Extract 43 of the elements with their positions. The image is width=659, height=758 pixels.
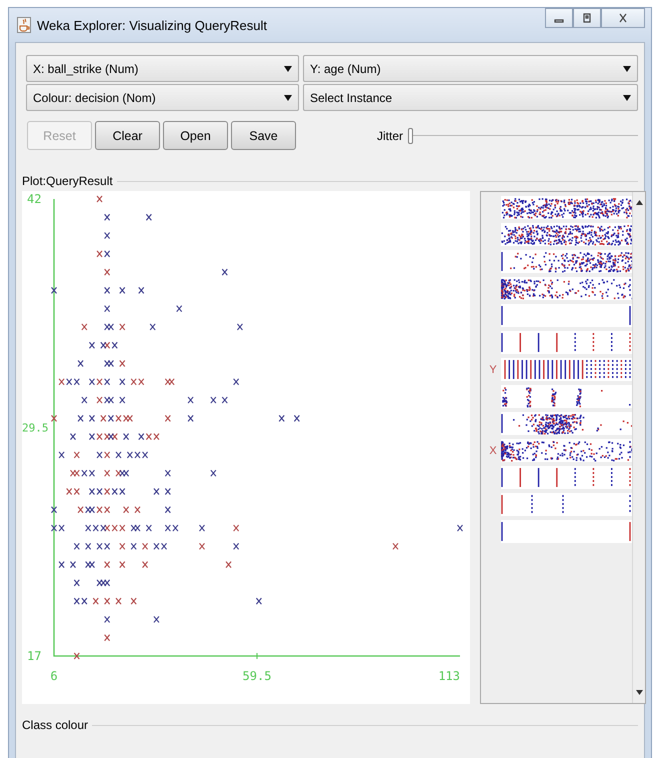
maximize-icon — [581, 13, 593, 23]
group-title: Plot:QueryResult — [22, 174, 113, 188]
y-tick-label: 29.5 — [22, 422, 48, 434]
attribute-strip[interactable] — [501, 358, 632, 381]
slider-thumb[interactable] — [408, 128, 414, 144]
attribute-strip[interactable] — [501, 277, 632, 300]
attribute-strip[interactable] — [501, 250, 632, 273]
attribute-dropdown[interactable]: Y: age (Num) — [303, 55, 638, 82]
attribute-strip[interactable] — [501, 412, 632, 435]
axis-marker: X — [489, 444, 497, 456]
scroll-up-icon[interactable] — [636, 200, 642, 205]
caret-icon — [284, 94, 292, 100]
y-tick-label: 17 — [27, 649, 42, 663]
scroll-down-icon[interactable] — [636, 690, 642, 695]
attribute-strip[interactable] — [501, 439, 632, 462]
attribute-dropdown[interactable]: Colour: decision (Nom) — [26, 84, 299, 111]
attribute-strip[interactable] — [501, 196, 632, 219]
caret-icon — [623, 66, 631, 72]
caret-icon — [284, 66, 292, 72]
window-title: Weka Explorer: Visualizing QueryResult — [37, 18, 268, 32]
close-icon — [617, 13, 629, 23]
y-tick-label: 42 — [27, 192, 42, 206]
attribute-strip[interactable] — [501, 223, 632, 246]
axis-marker: Y — [489, 364, 497, 376]
toolbar-button[interactable]: Open — [163, 121, 228, 150]
caret-icon — [623, 94, 631, 100]
toolbar-button[interactable]: Clear — [95, 121, 160, 150]
attribute-dropdown[interactable]: X: ball_strike (Num) — [26, 55, 299, 82]
jitter-slider[interactable] — [408, 126, 638, 146]
attribute-dropdown[interactable]: Select Instance — [303, 84, 638, 111]
minimize-button[interactable] — [545, 8, 573, 28]
attribute-strip[interactable] — [501, 466, 632, 489]
maximize-button[interactable] — [573, 8, 601, 28]
jitter-label: Jitter — [377, 128, 404, 142]
attribute-strip[interactable] — [501, 385, 632, 408]
toolbar-button[interactable]: Save — [231, 121, 296, 150]
app-icon — [17, 17, 31, 33]
group-title: Class colour — [22, 718, 88, 732]
x-tick-label: 6 — [50, 669, 58, 683]
close-button[interactable] — [601, 8, 645, 28]
x-tick-label: 59.5 — [242, 669, 272, 683]
attribute-strip[interactable] — [501, 331, 632, 354]
x-tick-label: 113 — [438, 669, 460, 683]
